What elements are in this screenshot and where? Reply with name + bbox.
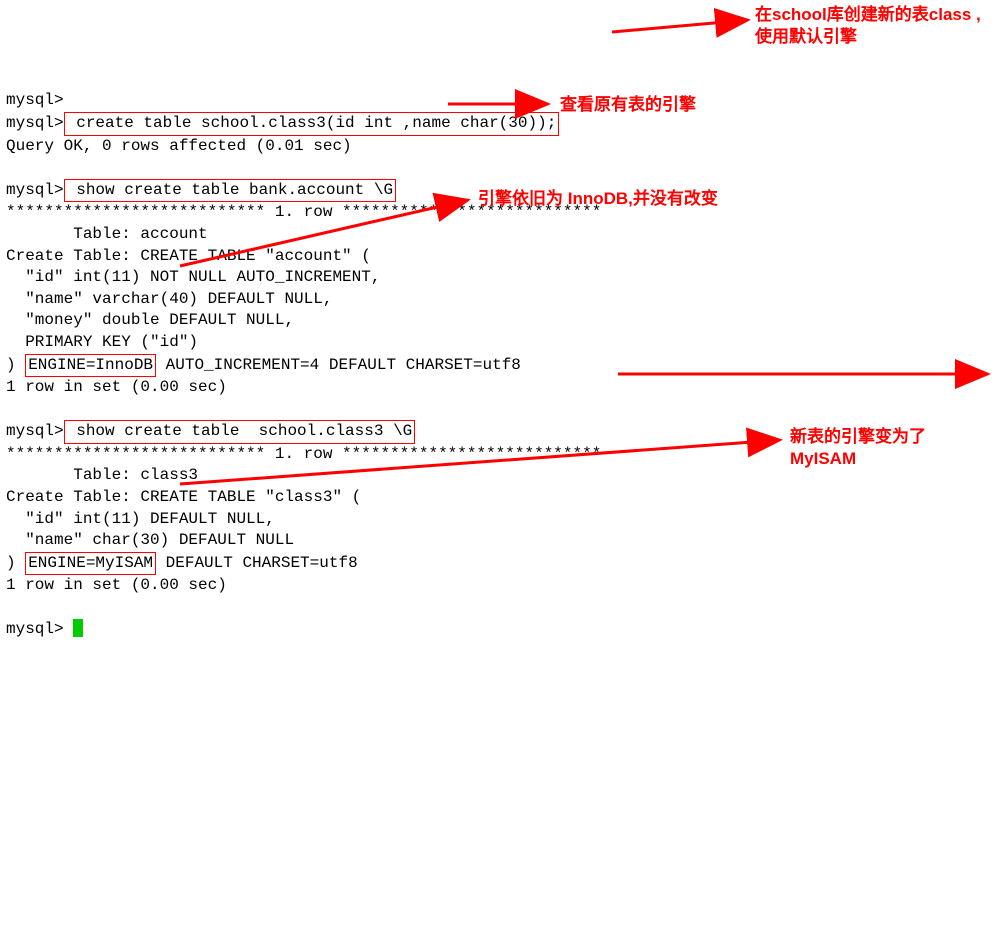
output-line: Table: class3: [6, 466, 198, 484]
output-line: 1 row in set (0.00 sec): [6, 576, 227, 594]
output-line: ): [6, 356, 25, 374]
output-line: Create Table: CREATE TABLE "account" (: [6, 247, 371, 265]
output-line: Query OK, 0 rows affected (0.01 sec): [6, 137, 352, 155]
output-line: "id" int(11) DEFAULT NULL,: [6, 510, 275, 528]
engine-myisam-box: ENGINE=MyISAM: [25, 552, 156, 576]
output-line: Table: account: [6, 225, 208, 243]
terminal-output: mysql> mysql> create table school.class3…: [6, 90, 1002, 640]
output-line: Create Table: CREATE TABLE "class3" (: [6, 488, 361, 506]
output-line: AUTO_INCREMENT=4 DEFAULT CHARSET=utf8: [156, 356, 521, 374]
cursor-icon: [73, 619, 83, 637]
prompt-line: mysql>: [6, 91, 64, 109]
prompt-line: mysql>: [6, 620, 73, 638]
prompt-line: mysql>: [6, 114, 64, 132]
prompt-line: mysql>: [6, 181, 64, 199]
output-line: "name" char(30) DEFAULT NULL: [6, 531, 294, 549]
output-line: PRIMARY KEY ("id"): [6, 333, 198, 351]
annotation-4: 新表的引擎变为了MyISAM: [790, 426, 990, 470]
command-box-1: create table school.class3(id int ,name …: [64, 112, 560, 136]
command-box-3: show create table school.class3 \G: [64, 420, 416, 444]
annotation-1: 在school库创建新的表class ,使用默认引擎: [755, 4, 995, 48]
output-line: "id" int(11) NOT NULL AUTO_INCREMENT,: [6, 268, 380, 286]
prompt-line: mysql>: [6, 422, 64, 440]
annotation-3: 引擎依旧为 InnoDB,并没有改变: [478, 188, 718, 210]
output-line: "name" varchar(40) DEFAULT NULL,: [6, 290, 332, 308]
arrow-icon: [612, 20, 748, 32]
output-line: DEFAULT CHARSET=utf8: [156, 554, 358, 572]
command-box-2: show create table bank.account \G: [64, 179, 396, 203]
engine-innodb-box: ENGINE=InnoDB: [25, 354, 156, 378]
output-line: 1 row in set (0.00 sec): [6, 378, 227, 396]
output-line: ): [6, 554, 25, 572]
output-line: "money" double DEFAULT NULL,: [6, 311, 294, 329]
output-line: *************************** 1. row *****…: [6, 445, 601, 463]
annotation-2: 查看原有表的引擎: [560, 94, 696, 116]
